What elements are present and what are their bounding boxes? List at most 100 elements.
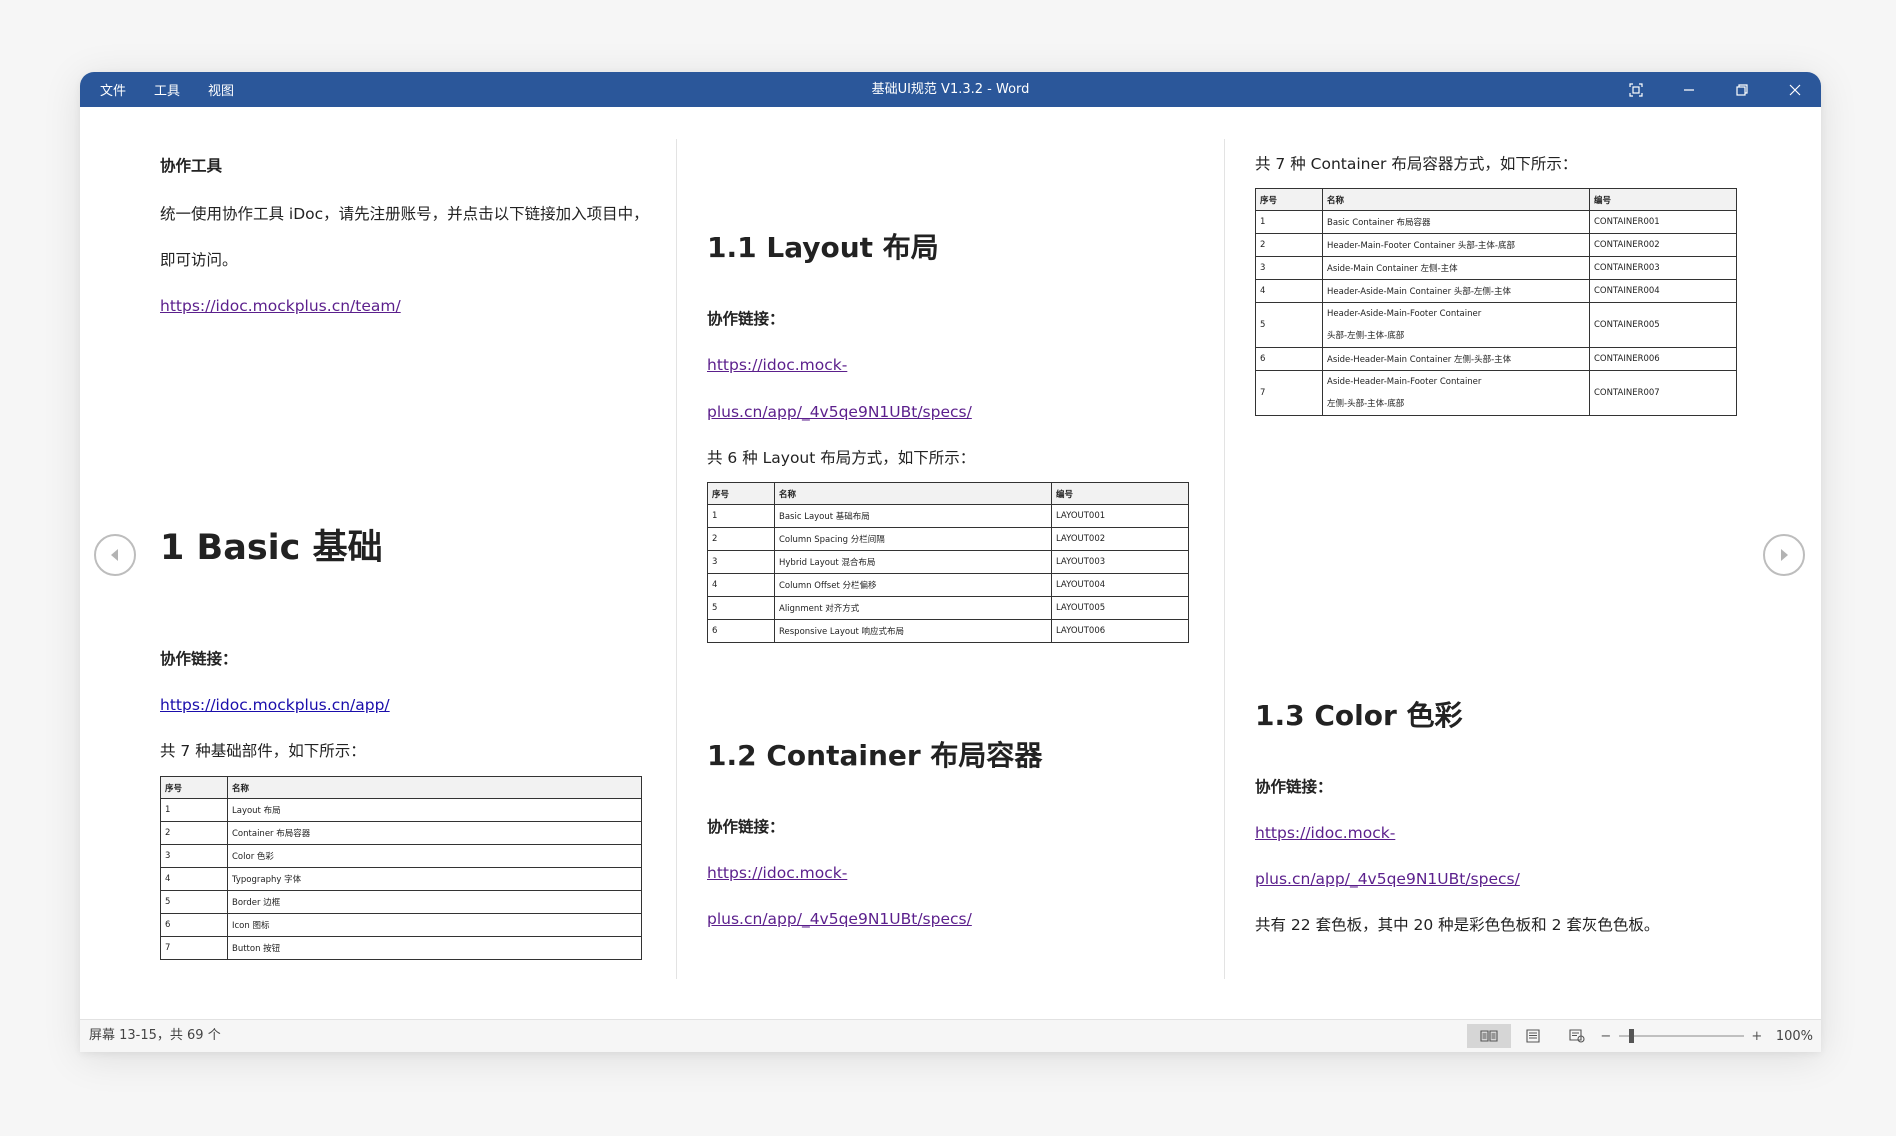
column-divider (1224, 139, 1225, 979)
collab-label: 协作链接： (707, 310, 785, 328)
table-cell: CONTAINER004 (1589, 279, 1737, 303)
table-cell: 5 (160, 890, 228, 914)
table-cell: LAYOUT002 (1051, 527, 1189, 551)
basic-components-table: 序号 名称 1 Layout 布局 2 Container 布局容器 3 Color … (160, 776, 642, 960)
table-header: 名称 (774, 482, 1052, 505)
table-row: 6 Responsive Layout 响应式布局 LAYOUT006 (707, 619, 1189, 643)
table-header: 序号 (160, 776, 228, 799)
section-title-color: 1.3 Color 色彩 (1255, 699, 1463, 732)
collab-link[interactable]: https://idoc.mock- (707, 354, 847, 376)
chevron-right-icon (1781, 549, 1788, 561)
table-cell: CONTAINER001 (1589, 210, 1737, 234)
collab-link-cont[interactable]: plus.cn/app/_4v5qe9N1UBt/specs/ (707, 401, 972, 423)
table-cell: 2 (707, 527, 775, 551)
table-cell: LAYOUT005 (1051, 596, 1189, 620)
close-button[interactable] (1768, 72, 1821, 107)
cell-line: 头部-左侧-主体-底部 (1327, 331, 1405, 341)
table-cell: 7 (1255, 370, 1323, 416)
next-page-button[interactable] (1763, 534, 1805, 576)
menu-tools[interactable]: 工具 (154, 80, 180, 99)
table-row: 3 Aside-Main Container 左侧-主体 CONTAINER003 (1255, 256, 1737, 280)
table-cell: LAYOUT004 (1051, 573, 1189, 597)
zoom-slider-thumb[interactable] (1628, 1029, 1634, 1043)
table-cell: 5 (707, 596, 775, 620)
table-row: 6 Icon 图标 (160, 913, 642, 937)
tool-description-cont: 即可访问。 (160, 251, 238, 269)
table-header-row: 序号 名称 编号 (707, 482, 1189, 505)
collab-link-cont[interactable]: plus.cn/app/_4v5qe9N1UBt/specs/ (1255, 868, 1520, 890)
table-cell: Typography 字体 (227, 867, 642, 891)
minimize-icon (1683, 88, 1694, 91)
table-row: 1 Layout 布局 (160, 798, 642, 822)
table-row: 5 Header-Aside-Main-Footer Container 头部-左… (1255, 302, 1737, 348)
word-window: 文件 工具 视图 基础UI规范 V1.3.2 - Word 协作工具 统一使用协… (80, 72, 1821, 1052)
table-cell: 4 (1255, 279, 1323, 303)
table-row: 2 Header-Main-Footer Container 头部-主体-底部 CO… (1255, 233, 1737, 257)
table-cell: Header-Main-Footer Container 头部-主体-底部 (1322, 233, 1590, 257)
minimize-button[interactable] (1662, 72, 1715, 107)
table-cell: Container 布局容器 (227, 821, 642, 845)
close-icon (1789, 84, 1800, 95)
table-cell: 4 (707, 573, 775, 597)
tool-description: 统一使用协作工具 iDoc，请先注册账号，并点击以下链接加入项目中， (160, 205, 649, 223)
table-intro: 共 6 种 Layout 布局方式，如下所示： (707, 449, 976, 467)
table-cell: Header-Aside-Main-Footer Container 头部-左侧-… (1322, 302, 1590, 348)
section-title-basic: 1 Basic 基础 (160, 528, 383, 568)
collab-link[interactable]: https://idoc.mock- (707, 862, 847, 884)
table-cell: 1 (160, 798, 228, 822)
table-cell: Header-Aside-Main Container 头部-左侧-主体 (1322, 279, 1590, 303)
collab-link[interactable]: https://idoc.mock- (1255, 822, 1395, 844)
zoom-out-button[interactable]: − (1599, 1029, 1613, 1044)
web-layout-button[interactable] (1555, 1024, 1599, 1048)
title-bar: 文件 工具 视图 基础UI规范 V1.3.2 - Word (80, 72, 1821, 107)
team-link[interactable]: https://idoc.mockplus.cn/team/ (160, 295, 401, 317)
table-row: 2 Column Spacing 分栏间隔 LAYOUT002 (707, 527, 1189, 551)
focus-mode-button[interactable] (1609, 72, 1662, 107)
window-title: 基础UI规范 V1.3.2 - Word (871, 82, 1030, 97)
table-cell: CONTAINER003 (1589, 256, 1737, 280)
table-cell: Color 色彩 (227, 844, 642, 868)
table-intro: 共 7 种 Container 布局容器方式，如下所示： (1255, 155, 1578, 173)
read-mode-button[interactable] (1466, 1024, 1511, 1048)
zoom-level[interactable]: 100% (1776, 1029, 1813, 1044)
table-cell: LAYOUT003 (1051, 550, 1189, 574)
table-row: 6 Aside-Header-Main Container 左侧-头部-主体 CON… (1255, 347, 1737, 371)
zoom-slider[interactable] (1618, 1029, 1744, 1043)
table-cell: Button 按钮 (227, 936, 642, 960)
collab-link[interactable]: https://idoc.mockplus.cn/app/ (160, 694, 390, 716)
print-layout-button[interactable] (1511, 1024, 1555, 1048)
tool-heading: 协作工具 (160, 157, 223, 175)
collab-link-cont[interactable]: plus.cn/app/_4v5qe9N1UBt/specs/ (707, 908, 972, 930)
table-cell: 4 (160, 867, 228, 891)
table-header: 编号 (1051, 482, 1189, 505)
table-cell: 1 (1255, 210, 1323, 234)
table-cell: CONTAINER006 (1589, 347, 1737, 371)
table-row: 1 Basic Layout 基础布局 LAYOUT001 (707, 504, 1189, 528)
table-cell: 2 (160, 821, 228, 845)
table-cell: LAYOUT006 (1051, 619, 1189, 643)
cell-line: Aside-Header-Main-Footer Container (1327, 377, 1482, 387)
table-cell: Responsive Layout 响应式布局 (774, 619, 1052, 643)
prev-page-button[interactable] (94, 534, 136, 576)
table-cell: 3 (160, 844, 228, 868)
menu-view[interactable]: 视图 (208, 80, 234, 99)
menu-file[interactable]: 文件 (100, 80, 126, 99)
table-cell: 6 (707, 619, 775, 643)
table-cell: Aside-Main Container 左侧-主体 (1322, 256, 1590, 280)
container-table: 序号 名称 编号 1 Basic Container 布局容器 CONTAINER0… (1255, 188, 1737, 416)
table-row: 4 Typography 字体 (160, 867, 642, 891)
status-controls: − + 100% (1466, 1020, 1813, 1052)
table-cell: LAYOUT001 (1051, 504, 1189, 528)
collab-label: 协作链接： (160, 650, 238, 668)
zoom-in-button[interactable]: + (1750, 1029, 1764, 1044)
print-layout-icon (1526, 1029, 1540, 1043)
table-header: 序号 (707, 482, 775, 505)
restore-button[interactable] (1715, 72, 1768, 107)
table-row: 1 Basic Container 布局容器 CONTAINER001 (1255, 210, 1737, 234)
table-header: 序号 (1255, 188, 1323, 211)
cell-line: Header-Aside-Main-Footer Container (1327, 309, 1482, 319)
focus-mode-icon (1628, 82, 1643, 97)
chevron-left-icon (111, 549, 118, 561)
table-cell: 3 (707, 550, 775, 574)
table-cell: 1 (707, 504, 775, 528)
